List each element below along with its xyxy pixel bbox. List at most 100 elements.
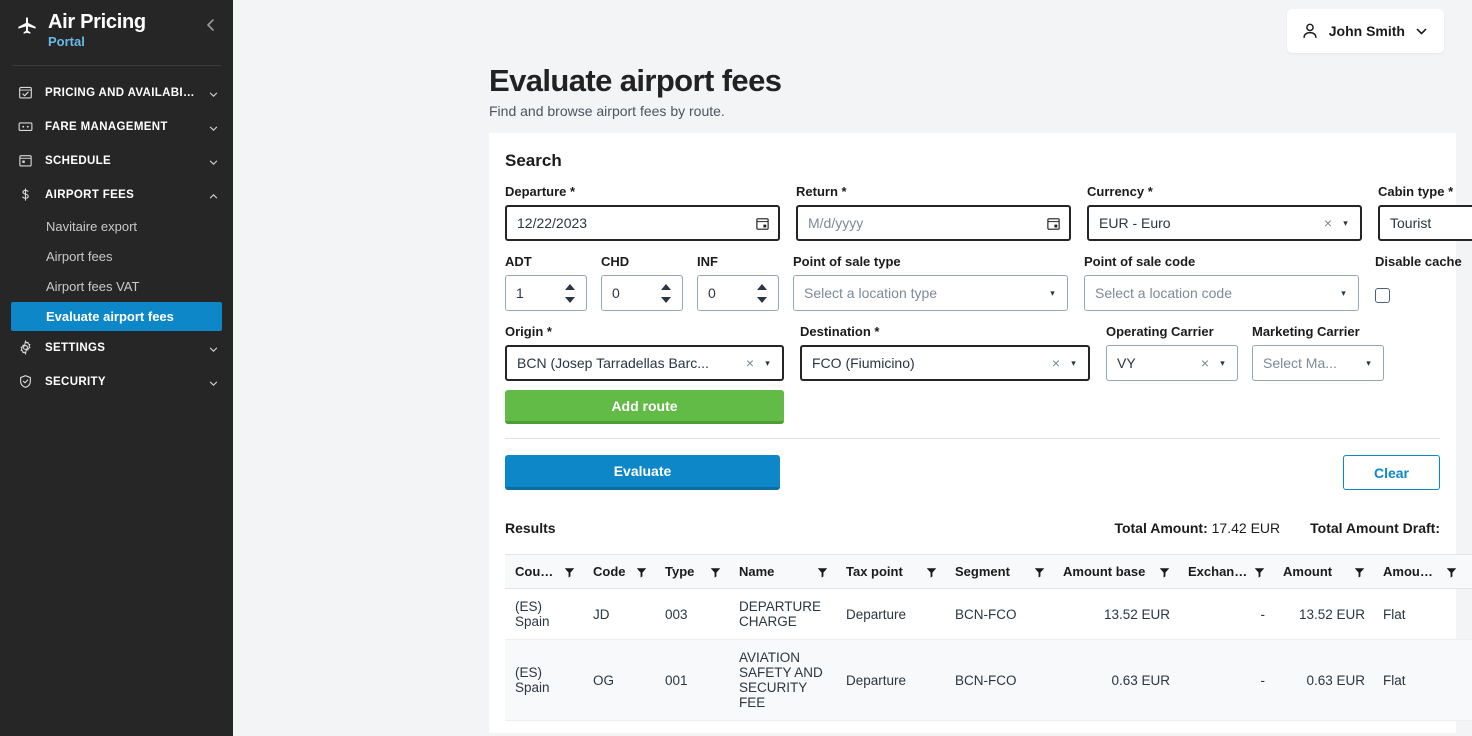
column-header-segment[interactable]: Segment (945, 555, 1053, 589)
inf-stepper[interactable]: 0 (697, 275, 779, 311)
form-row-1: Departure * 12/22/2023 Return * M/d/yyyy (505, 184, 1440, 241)
sidebar-item-pricing-and-availability[interactable]: PRICING AND AVAILABILI... (0, 76, 233, 110)
sidebar-item-settings[interactable]: SETTINGS (0, 331, 233, 365)
brand-text: Air Pricing Portal (48, 12, 193, 49)
sidebar-subitem-airport-fees-vat[interactable]: Airport fees VAT (0, 272, 233, 302)
adt-field: ADT 1 (505, 254, 587, 311)
table-row[interactable]: (ES) Spain OG 001 AVIATION SAFETY AND SE… (505, 640, 1472, 721)
chevron-down-icon[interactable] (208, 121, 219, 132)
clear-icon[interactable]: × (1049, 356, 1063, 370)
funnel-icon[interactable] (926, 566, 937, 577)
departure-field: Departure * 12/22/2023 (505, 184, 780, 241)
chevron-down-icon[interactable]: ▾ (1337, 288, 1350, 299)
currency-select[interactable]: EUR - Euro × ▾ (1087, 205, 1362, 241)
chevron-down-icon[interactable]: ▾ (1216, 358, 1229, 369)
cell-type: 003 (655, 589, 729, 640)
chevron-down-icon[interactable]: ▾ (1339, 218, 1352, 229)
column-header-type[interactable]: Type (655, 555, 729, 589)
cell-exchange: - (1178, 589, 1273, 640)
point-of-sale-code-select[interactable]: Select a location code ▾ (1084, 275, 1359, 311)
marketing-carrier-select[interactable]: Select Ma... ▾ (1252, 345, 1384, 381)
column-header-amount[interactable]: Amount (1273, 555, 1373, 589)
user-menu[interactable]: John Smith (1287, 9, 1444, 53)
sidebar-item-airport-fees[interactable]: AIRPORT FEES (0, 178, 233, 212)
chevron-down-icon[interactable]: ▾ (1067, 358, 1080, 369)
inf-field: INF 0 (697, 254, 779, 311)
operating-carrier-value: VY (1117, 355, 1194, 371)
chd-value: 0 (612, 285, 661, 301)
table-row[interactable]: (ES) Spain JD 003 DEPARTURE CHARGE Depar… (505, 589, 1472, 640)
funnel-icon[interactable] (817, 566, 828, 577)
column-header-code[interactable]: Code (583, 555, 655, 589)
sidebar-item-schedule[interactable]: SCHEDULE (0, 144, 233, 178)
cabin-type-select[interactable]: Tourist × ▾ (1378, 205, 1472, 241)
chd-field: CHD 0 (601, 254, 683, 311)
column-label: Type (665, 564, 694, 579)
funnel-icon[interactable] (1159, 566, 1170, 577)
departure-input[interactable]: 12/22/2023 (505, 205, 780, 241)
stepper-arrows-icon[interactable] (661, 284, 674, 303)
column-header-amount-base[interactable]: Amount base (1053, 555, 1178, 589)
return-input[interactable]: M/d/yyyy (796, 205, 1071, 241)
stepper-arrows-icon[interactable] (757, 284, 770, 303)
point-of-sale-type-select[interactable]: Select a location type ▾ (793, 275, 1068, 311)
cell-tax-point: Departure (836, 589, 945, 640)
column-header-country[interactable]: Country (505, 555, 583, 589)
sidebar-subitem-airport-fees[interactable]: Airport fees (0, 242, 233, 272)
total-amount-draft: Total Amount Draft: (1310, 520, 1440, 536)
operating-carrier-select[interactable]: VY × ▾ (1106, 345, 1238, 381)
cell-tax-point: Departure (836, 640, 945, 721)
origin-select[interactable]: BCN (Josep Tarradellas Barc... × ▾ (505, 345, 784, 381)
clear-icon[interactable]: × (1198, 356, 1212, 370)
clear-button[interactable]: Clear (1343, 455, 1440, 490)
page-title: Evaluate airport fees (489, 64, 1472, 98)
dollar-icon (18, 187, 33, 202)
stepper-arrows-icon[interactable] (565, 284, 578, 303)
sidebar-item-label: SECURITY (45, 376, 196, 388)
page-subtitle: Find and browse airport fees by route. (489, 103, 1472, 119)
chevron-up-icon[interactable] (208, 189, 219, 200)
cell-country: (ES) Spain (505, 589, 583, 640)
calendar-icon[interactable] (755, 216, 770, 231)
column-header-exchange[interactable]: Exchang... (1178, 555, 1273, 589)
clear-icon[interactable]: × (1321, 216, 1335, 230)
sidebar-item-security[interactable]: SECURITY (0, 365, 233, 399)
adt-stepper[interactable]: 1 (505, 275, 587, 311)
form-row-2: ADT 1 CHD 0 INF 0 (505, 254, 1440, 311)
user-name-label: John Smith (1329, 23, 1405, 39)
chevron-down-icon[interactable]: ▾ (1046, 288, 1059, 299)
calendar-icon[interactable] (1046, 216, 1061, 231)
column-header-name[interactable]: Name (729, 555, 836, 589)
chevron-down-icon[interactable]: ▾ (761, 358, 774, 369)
origin-field: Origin * BCN (Josep Tarradellas Barc... … (505, 324, 784, 381)
destination-select[interactable]: FCO (Fiumicino) × ▾ (800, 345, 1090, 381)
sidebar-subitem-evaluate-airport-fees[interactable]: Evaluate airport fees (11, 302, 222, 331)
evaluate-button[interactable]: Evaluate (505, 455, 780, 490)
funnel-icon[interactable] (1446, 566, 1457, 577)
chevron-down-icon[interactable] (1415, 25, 1428, 38)
sidebar-subitem-navitaire-export[interactable]: Navitaire export (0, 212, 233, 242)
chevron-down-icon[interactable] (208, 87, 219, 98)
chevron-down-icon[interactable]: ▾ (1362, 358, 1375, 369)
chevron-down-icon[interactable] (208, 376, 219, 387)
chevron-down-icon[interactable] (208, 342, 219, 353)
disable-cache-checkbox[interactable] (1375, 288, 1390, 303)
funnel-icon[interactable] (1034, 566, 1045, 577)
funnel-icon[interactable] (1354, 566, 1365, 577)
cell-actions (1465, 589, 1472, 640)
column-header-tax-point[interactable]: Tax point (836, 555, 945, 589)
clear-icon[interactable]: × (743, 356, 757, 370)
funnel-icon[interactable] (636, 566, 647, 577)
chd-stepper[interactable]: 0 (601, 275, 683, 311)
column-header-amount-type[interactable]: Amount T... (1373, 555, 1465, 589)
add-route-button[interactable]: Add route (505, 390, 784, 424)
sidebar-item-fare-management[interactable]: FARE MANAGEMENT (0, 110, 233, 144)
total-amount-value: 17.42 EUR (1212, 520, 1280, 536)
cell-name: DEPARTURE CHARGE (729, 589, 836, 640)
funnel-icon[interactable] (710, 566, 721, 577)
cabin-type-value: Tourist (1390, 215, 1472, 231)
funnel-icon[interactable] (1254, 566, 1265, 577)
funnel-icon[interactable] (564, 566, 575, 577)
chevron-left-icon[interactable] (203, 17, 219, 33)
chevron-down-icon[interactable] (208, 155, 219, 166)
